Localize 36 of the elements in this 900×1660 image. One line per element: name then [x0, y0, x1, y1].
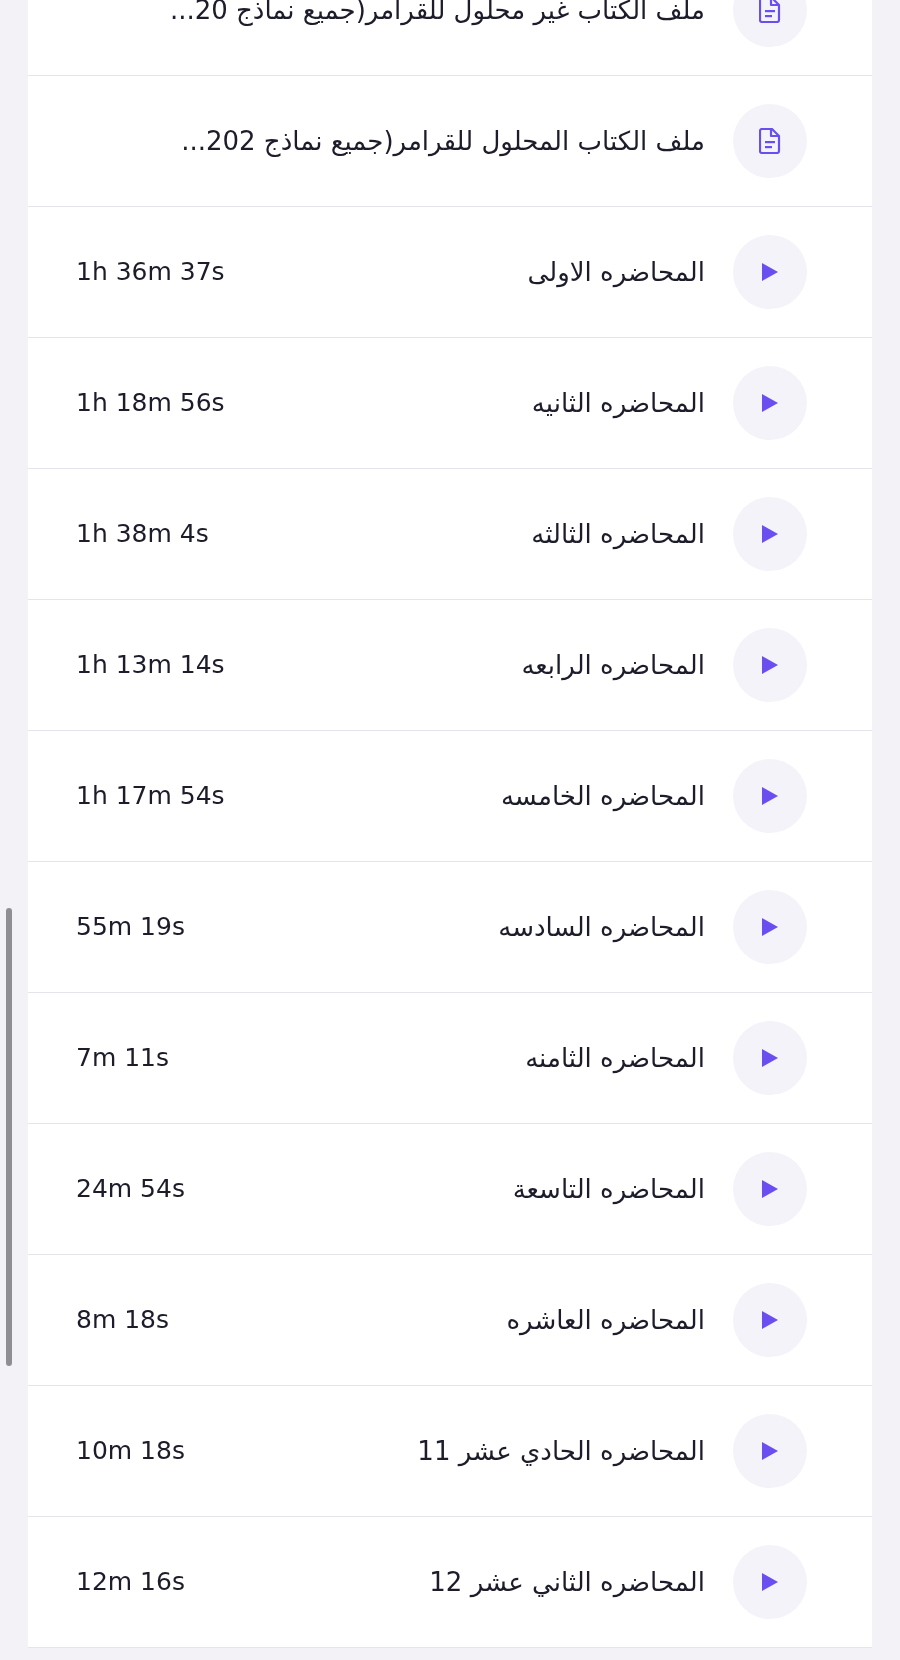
duration-text: 1h 18m 56s	[76, 387, 225, 420]
play-icon	[761, 1572, 779, 1592]
item-title: المحاضره الثالثه	[531, 517, 705, 552]
document-icon	[759, 0, 781, 23]
item-title: المحاضره الحادي عشر 11	[417, 1434, 705, 1469]
play-icon	[761, 1310, 779, 1330]
play-icon	[761, 1179, 779, 1199]
duration-text: 10m 18s	[76, 1435, 185, 1468]
play-icon	[761, 917, 779, 937]
duration-text: 55m 19s	[76, 911, 185, 944]
duration-text: 1h 36m 37s	[76, 256, 225, 289]
duration-text: 1h 17m 54s	[76, 780, 225, 813]
item-title: المحاضره الاولى	[527, 255, 705, 290]
item-title: المحاضره العاشره	[506, 1303, 705, 1338]
play-icon	[761, 786, 779, 806]
item-title: ملف الكتاب المحلول للقرامر(جميع نماذج 202...	[181, 124, 705, 159]
play-icon	[761, 393, 779, 413]
item-title: المحاضره الثانيه	[531, 386, 705, 421]
item-title: المحاضره الرابعه	[521, 648, 705, 683]
duration-text: 24m 54s	[76, 1173, 185, 1206]
play-icon	[761, 655, 779, 675]
play-icon	[761, 1048, 779, 1068]
duration-text: 12m 16s	[76, 1566, 185, 1599]
duration-text: 1h 13m 14s	[76, 649, 225, 682]
play-icon	[761, 524, 779, 544]
item-title: المحاضره الخامسه	[500, 779, 705, 814]
item-title: المحاضره التاسعة	[512, 1172, 705, 1207]
item-title: المحاضره السادسه	[498, 910, 705, 945]
document-icon	[759, 128, 781, 154]
item-title: المحاضره الثاني عشر 12	[429, 1565, 705, 1600]
item-title: المحاضره الثامنه	[525, 1041, 705, 1076]
play-icon	[761, 262, 779, 282]
duration-text: 8m 18s	[76, 1304, 170, 1337]
play-icon	[761, 1441, 779, 1461]
duration-text: 7m 11s	[76, 1042, 170, 1075]
duration-text: 1h 38m 4s	[76, 518, 209, 551]
